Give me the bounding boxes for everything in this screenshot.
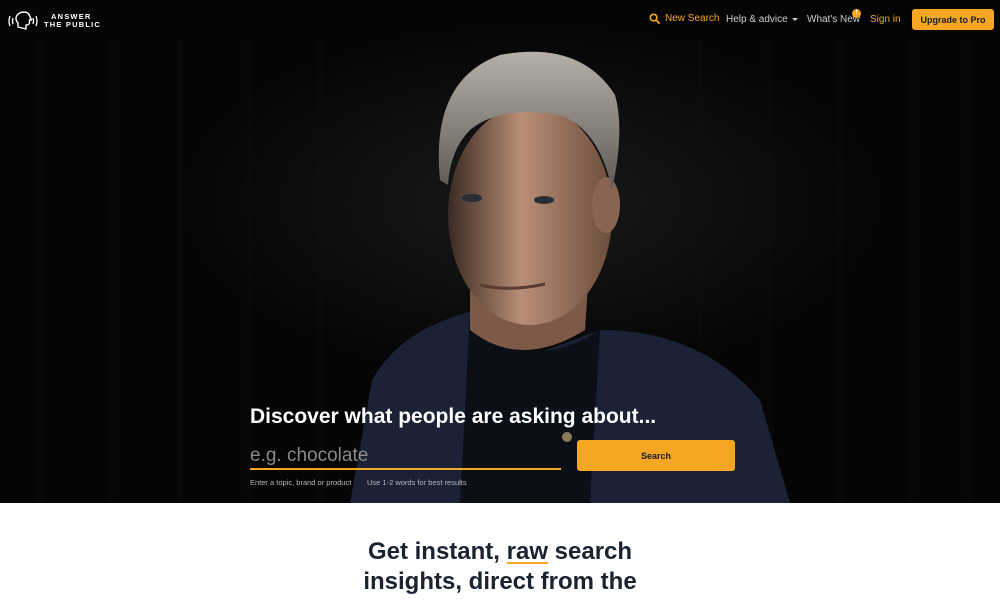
search-input[interactable] <box>250 444 561 470</box>
search-icon <box>649 13 660 24</box>
search-button[interactable]: Search <box>577 440 735 471</box>
site-logo[interactable]: ANSWER THE PUBLIC <box>8 9 101 33</box>
new-search-link[interactable]: New Search <box>649 13 719 24</box>
hero-headline: Discover what people are asking about... <box>250 405 657 428</box>
head-with-soundwaves-logo-icon <box>8 11 38 30</box>
section-heading-highlight: raw <box>506 538 548 565</box>
top-nav: ANSWER THE PUBLIC New Search Help & advi… <box>0 0 1000 40</box>
section-heading-line-2: insights, direct from the <box>363 568 637 595</box>
search-hint-topic: Enter a topic, brand or product <box>250 478 352 487</box>
upgrade-to-pro-button[interactable]: Upgrade to Pro <box>912 9 994 30</box>
notification-badge: ! <box>852 9 861 18</box>
section-heading-part-2: search <box>547 538 633 565</box>
section-heading-part-1: Get instant, <box>367 538 507 565</box>
section-heading: Get instant, raw search insights, direct… <box>0 537 1000 597</box>
logo-wordmark: ANSWER THE PUBLIC <box>44 13 101 29</box>
new-search-label: New Search <box>665 13 720 24</box>
logo-line-2: THE PUBLIC <box>44 20 101 29</box>
search-hint-words: Use 1-2 words for best results <box>367 478 467 487</box>
help-advice-label: Help & advice <box>726 14 788 25</box>
chevron-down-icon <box>791 18 798 21</box>
sign-in-link[interactable]: Sign in <box>870 14 901 25</box>
help-advice-menu[interactable]: Help & advice <box>726 14 798 25</box>
